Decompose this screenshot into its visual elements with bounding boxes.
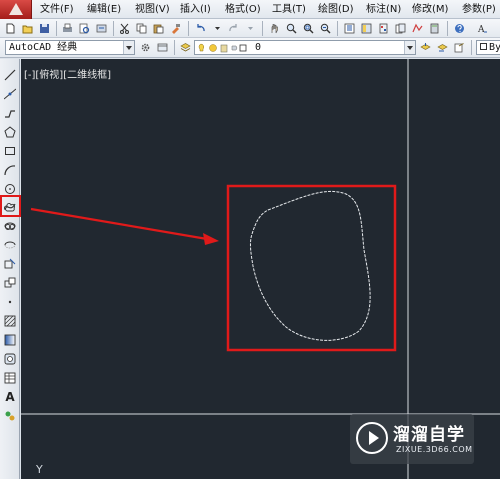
play-logo-icon: [356, 422, 388, 454]
spline-tool-highlight: [0, 195, 21, 217]
watermark-url: ZIXUE.3D66.COM: [396, 445, 473, 454]
highlight-box: [226, 184, 397, 352]
annotation-arrowhead: [203, 233, 219, 245]
watermark-badge: 溜溜自学 ZIXUE.3D66.COM: [350, 414, 474, 464]
drawing-overlay: [21, 59, 500, 479]
annotation-arrow-line: [30, 207, 208, 241]
ucs-y-axis-label: Y: [36, 463, 43, 476]
watermark-title: 溜溜自学: [393, 425, 465, 445]
spline-shape[interactable]: [249, 190, 371, 341]
